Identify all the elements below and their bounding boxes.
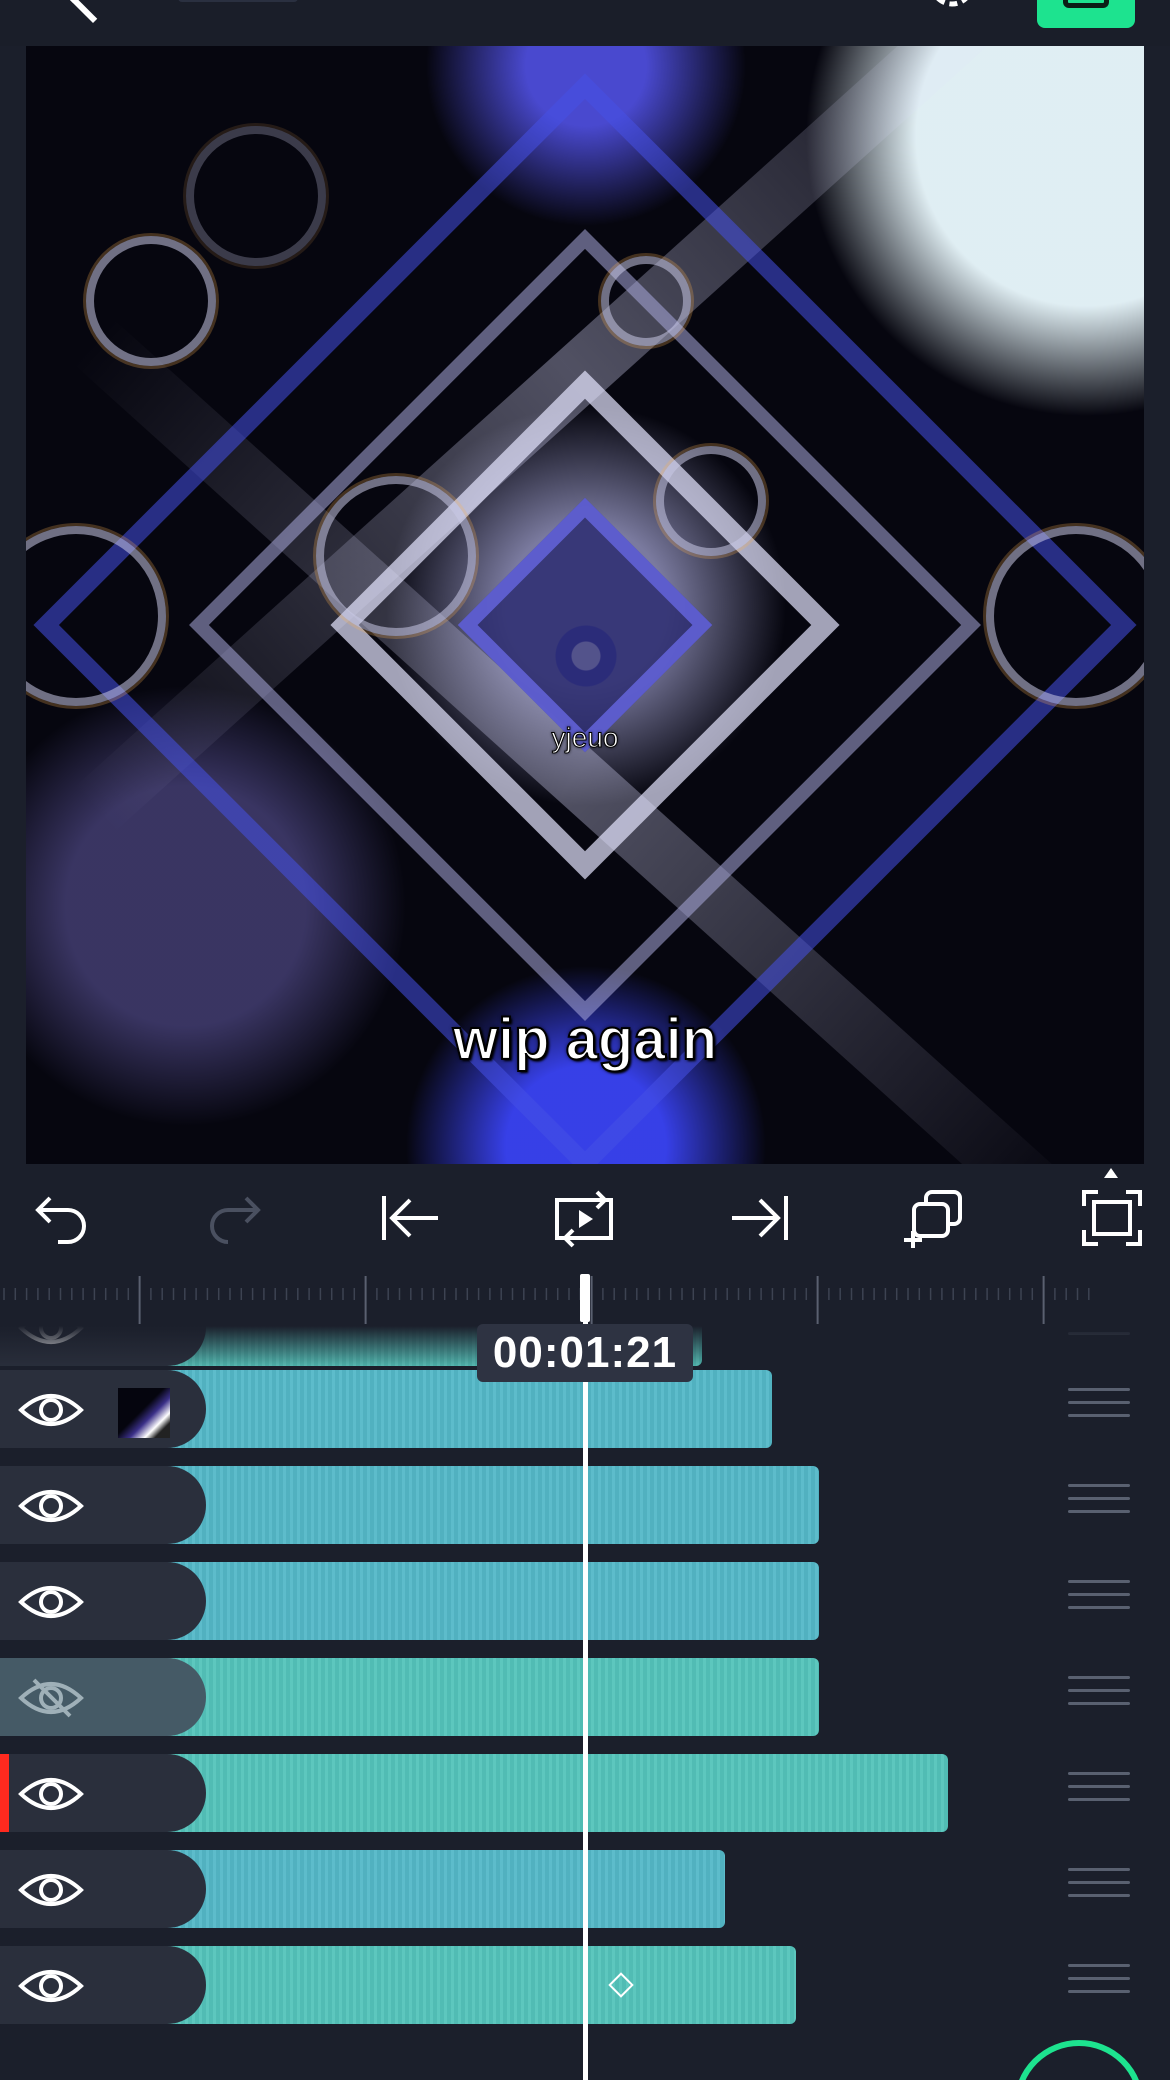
video-clip[interactable] (150, 1754, 948, 1832)
edit-toolbar (0, 1164, 1170, 1274)
drag-handle-line (1068, 1510, 1130, 1513)
jump-to-end-icon[interactable] (728, 1188, 792, 1248)
drag-handle-line (1068, 1772, 1130, 1775)
bokeh-ring (186, 126, 326, 266)
bokeh-ring (316, 476, 476, 636)
drag-handle-line (1068, 1606, 1130, 1609)
drag-handle-line (1068, 1414, 1130, 1417)
drag-handle-line (1068, 1868, 1130, 1871)
eye-icon[interactable] (18, 1486, 84, 1526)
main-caption[interactable]: wip again (26, 1006, 1144, 1073)
bokeh-ring (86, 236, 216, 366)
drag-handle-line (1068, 1593, 1130, 1596)
expand-caret-icon[interactable] (1104, 1168, 1118, 1178)
clip-thumbnail (118, 1388, 170, 1438)
track-header (0, 1370, 206, 1448)
duplicate-icon[interactable] (902, 1188, 966, 1248)
small-caption[interactable]: yjeuo (26, 722, 1144, 754)
video-clip[interactable] (150, 1850, 726, 1928)
video-clip[interactable] (150, 1466, 819, 1544)
bokeh-ring (656, 446, 766, 556)
drag-handle-line (1068, 1894, 1130, 1897)
eye-icon[interactable] (18, 1774, 84, 1814)
playhead-timecode: 00:01:21 (477, 1324, 693, 1382)
track-header (0, 1562, 206, 1640)
video-clip[interactable] (150, 1562, 819, 1640)
eye-icon[interactable] (18, 1870, 84, 1910)
playhead[interactable] (583, 1274, 588, 2080)
drag-handle-line (1068, 1689, 1130, 1692)
drag-handle-line (1068, 1798, 1130, 1801)
fullscreen-icon[interactable] (1080, 1188, 1144, 1248)
video-preview[interactable]: yjeuo wip again (26, 46, 1144, 1164)
drag-handle-line (1068, 1580, 1130, 1583)
drag-handle-icon[interactable] (1068, 1666, 1130, 1728)
eye-icon[interactable] (18, 1966, 84, 2006)
drag-handle-line (1068, 1785, 1130, 1788)
back-arrow-icon[interactable] (68, 0, 118, 24)
eye-icon[interactable] (18, 1390, 84, 1430)
track-header (0, 1658, 206, 1736)
drag-handle-line (1068, 1401, 1130, 1404)
track-header (0, 1466, 206, 1544)
project-title[interactable] (178, 0, 298, 2)
track-header (0, 1754, 206, 1832)
drag-handle-line (1068, 1497, 1130, 1500)
drag-handle-line (1068, 1676, 1130, 1679)
eye-icon[interactable] (18, 1582, 84, 1622)
drag-handle-icon[interactable] (1068, 1858, 1130, 1920)
drag-handle-icon[interactable] (1068, 1954, 1130, 2016)
drag-handle-line (1068, 1964, 1130, 1967)
video-clip[interactable] (150, 1946, 796, 2024)
drag-handle-icon[interactable] (1068, 1762, 1130, 1824)
drag-handle-line (1068, 1990, 1130, 1993)
track-header (0, 1946, 206, 2024)
drag-handle-line (1068, 1388, 1130, 1391)
drag-handle-icon[interactable] (1068, 1570, 1130, 1632)
drag-handle-line (1068, 1702, 1130, 1705)
eye-hidden-icon[interactable] (18, 1678, 84, 1718)
redo-icon (204, 1188, 268, 1248)
settings-icon[interactable] (926, 0, 978, 14)
top-bar (0, 0, 1170, 46)
drag-handle-icon[interactable] (1068, 1378, 1130, 1440)
drag-handle-icon[interactable] (1068, 1474, 1130, 1536)
drag-handle-line (1068, 1977, 1130, 1980)
loop-play-icon[interactable] (553, 1188, 617, 1248)
selected-track-marker (0, 1754, 9, 1832)
undo-icon[interactable] (28, 1188, 92, 1248)
export-button[interactable] (1037, 0, 1135, 28)
drag-handle-line (1068, 1881, 1130, 1884)
bokeh-ring (601, 256, 691, 346)
export-icon (1063, 0, 1109, 8)
drag-handle-line (1068, 1484, 1130, 1487)
jump-to-start-icon[interactable] (378, 1188, 442, 1248)
video-clip[interactable] (150, 1658, 819, 1736)
track-header (0, 1850, 206, 1928)
